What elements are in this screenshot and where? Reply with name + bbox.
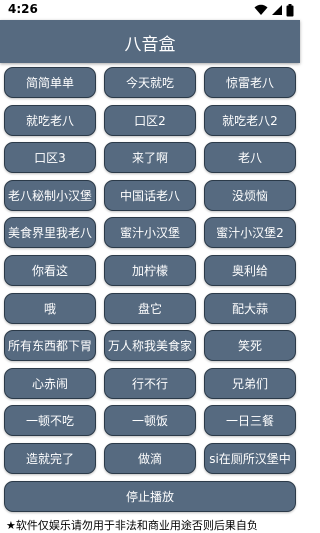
sound-button[interactable]: 今天就吃 (104, 67, 196, 98)
sound-button[interactable]: 一顿饭 (104, 405, 196, 437)
sound-button[interactable]: 造就完了 (4, 443, 96, 474)
sound-button[interactable]: 万人称我美食家 (104, 330, 196, 362)
app-bar: 八音盒 (0, 20, 300, 63)
sound-button[interactable]: 一顿不吃 (4, 405, 96, 437)
stop-playback-button[interactable]: 停止播放 (4, 480, 296, 512)
wifi-icon (254, 4, 268, 15)
status-time: 4:26 (8, 2, 38, 16)
sound-button[interactable]: 做滴 (104, 443, 196, 474)
sound-button[interactable]: 口区2 (104, 104, 196, 136)
sound-button[interactable]: 心赤闹 (4, 367, 96, 399)
status-icons (254, 3, 294, 17)
app-title: 八音盒 (124, 35, 176, 55)
battery-icon (286, 3, 294, 16)
sound-button[interactable]: 笑死 (204, 330, 296, 362)
sound-button[interactable]: 行不行 (104, 367, 196, 399)
sound-button[interactable]: 哦 (4, 292, 96, 324)
sound-button[interactable]: 中国话老八 (104, 179, 196, 211)
sound-button[interactable]: 来了啊 (104, 142, 196, 174)
sound-button[interactable]: 没烦恼 (204, 179, 296, 211)
sound-button[interactable]: 一日三餐 (204, 405, 296, 437)
sound-button[interactable]: 简简单单 (4, 67, 96, 98)
sound-button[interactable]: si在厕所汉堡中 (204, 443, 296, 474)
sound-button[interactable]: 蜜汁小汉堡 (104, 217, 196, 249)
sound-button[interactable]: 就吃老八 (4, 104, 96, 136)
sound-button[interactable]: 蜜汁小汉堡2 (204, 217, 296, 249)
sound-button[interactable]: 所有东西都下胃 (4, 330, 96, 362)
sound-button[interactable]: 你看这 (4, 255, 96, 286)
disclaimer-text: ★软件仅娱乐请勿用于非法和商业用途否则后果自负 (6, 519, 258, 532)
sound-button[interactable]: 兄弟们 (204, 367, 296, 399)
sound-button[interactable]: 就吃老八2 (204, 104, 296, 136)
sound-button[interactable]: 老八秘制小汉堡 (4, 179, 96, 211)
sound-button[interactable]: 加柠檬 (104, 255, 196, 286)
sound-button[interactable]: 配大蒜 (204, 292, 296, 324)
status-bar: 4:26 (0, 0, 300, 20)
cellular-signal-icon (272, 5, 282, 15)
sound-button[interactable]: 盘它 (104, 292, 196, 324)
sound-button[interactable]: 奥利给 (204, 255, 296, 286)
sound-button[interactable]: 老八 (204, 142, 296, 174)
sound-button[interactable]: 美食界里我老八 (4, 217, 96, 249)
sound-button[interactable]: 口区3 (4, 142, 96, 174)
sound-button[interactable]: 惊雷老八 (204, 67, 296, 98)
